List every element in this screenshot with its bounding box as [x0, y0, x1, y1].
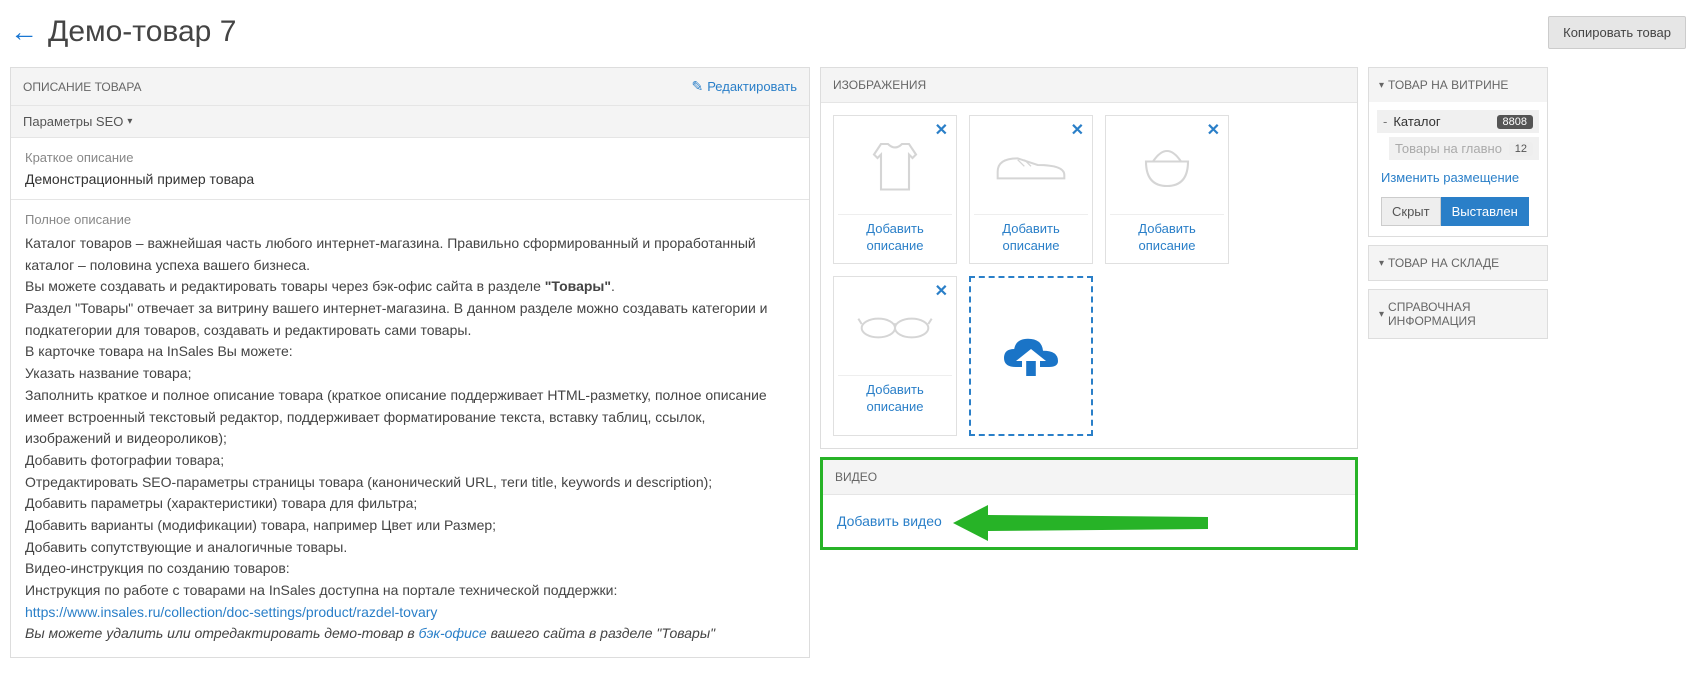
close-icon[interactable]: ✕: [1207, 120, 1220, 140]
image-tile[interactable]: ✕ Добавитьописание: [969, 115, 1093, 264]
stock-panel-toggle[interactable]: ▾ ТОВАР НА СКЛАДЕ: [1369, 246, 1547, 280]
seo-params-dropdown[interactable]: Параметры SEO ▾: [11, 106, 809, 138]
add-video-link[interactable]: Добавить видео: [837, 513, 942, 529]
showcase-panel: ▾ ТОВАР НА ВИТРИНЕ - Каталог 8808 Товары…: [1368, 67, 1548, 237]
highlight-arrow-icon: [953, 503, 1213, 543]
video-panel: ВИДЕО Добавить видео: [820, 457, 1358, 550]
upload-image-tile[interactable]: [969, 276, 1093, 436]
change-placement-link[interactable]: Изменить размещение: [1377, 164, 1539, 191]
copy-product-button[interactable]: Копировать товар: [1548, 16, 1686, 49]
cloud-upload-icon: [1001, 333, 1061, 383]
product-thumb-glasses: [840, 281, 950, 371]
visibility-shown-button[interactable]: Выставлен: [1441, 197, 1529, 226]
add-image-desc-link[interactable]: Добавитьописание: [838, 375, 952, 424]
description-panel-title: ОПИСАНИЕ ТОВАРА: [23, 80, 142, 94]
product-thumb-shirt: [840, 120, 950, 210]
catalog-count-badge: 8808: [1497, 115, 1533, 129]
close-icon[interactable]: ✕: [935, 281, 948, 301]
images-panel: ИЗОБРАЖЕНИЯ ✕ Добавитьописание ✕: [820, 67, 1358, 449]
reference-panel-toggle[interactable]: ▾ СПРАВОЧНАЯ ИНФОРМАЦИЯ: [1369, 290, 1547, 338]
full-desc-label: Полное описание: [25, 212, 795, 227]
catalog-row[interactable]: - Каталог 8808: [1377, 110, 1539, 133]
backoffice-link[interactable]: бэк-офисе: [419, 625, 487, 641]
edit-label: Редактировать: [707, 79, 797, 94]
add-image-desc-link[interactable]: Добавитьописание: [974, 214, 1088, 263]
caret-down-icon: ▾: [1379, 80, 1384, 91]
add-image-desc-link[interactable]: Добавитьописание: [1110, 214, 1224, 263]
caret-down-icon: ▾: [127, 116, 132, 127]
caret-down-icon: ▾: [1379, 309, 1384, 320]
image-tile[interactable]: ✕ Добавитьописание: [833, 276, 957, 436]
close-icon[interactable]: ✕: [935, 120, 948, 140]
subcategory-count-badge: 12: [1509, 142, 1533, 156]
caret-down-icon: ▾: [1379, 258, 1384, 269]
subcategory-row[interactable]: Товары на главно 12: [1389, 137, 1539, 160]
image-tile[interactable]: ✕ Добавитьописание: [833, 115, 957, 264]
support-link[interactable]: https://www.insales.ru/collection/doc-se…: [25, 604, 437, 620]
short-desc-value: Демонстрационный пример товара: [25, 171, 795, 187]
page-title: Демо-товар 7: [48, 15, 1548, 49]
close-icon[interactable]: ✕: [1071, 120, 1084, 140]
image-tile[interactable]: ✕ Добавитьописание: [1105, 115, 1229, 264]
showcase-panel-toggle[interactable]: ▾ ТОВАР НА ВИТРИНЕ: [1369, 68, 1547, 102]
images-panel-title: ИЗОБРАЖЕНИЯ: [833, 78, 926, 92]
edit-description-button[interactable]: ✎ Редактировать: [691, 78, 797, 95]
product-thumb-sneaker: [976, 120, 1086, 210]
product-thumb-bag: [1112, 120, 1222, 210]
short-desc-label: Краткое описание: [25, 150, 795, 165]
visibility-hidden-button[interactable]: Скрыт: [1381, 197, 1441, 226]
description-panel: ОПИСАНИЕ ТОВАРА ✎ Редактировать Параметр…: [10, 67, 810, 658]
full-desc-content: Каталог товаров – важнейшая часть любого…: [25, 233, 795, 645]
add-image-desc-link[interactable]: Добавитьописание: [838, 214, 952, 263]
video-panel-title: ВИДЕО: [835, 470, 877, 484]
back-arrow-icon[interactable]: ←: [10, 16, 38, 48]
reference-panel: ▾ СПРАВОЧНАЯ ИНФОРМАЦИЯ: [1368, 289, 1548, 339]
stock-panel: ▾ ТОВАР НА СКЛАДЕ: [1368, 245, 1548, 281]
pencil-icon: ✎: [691, 78, 703, 95]
